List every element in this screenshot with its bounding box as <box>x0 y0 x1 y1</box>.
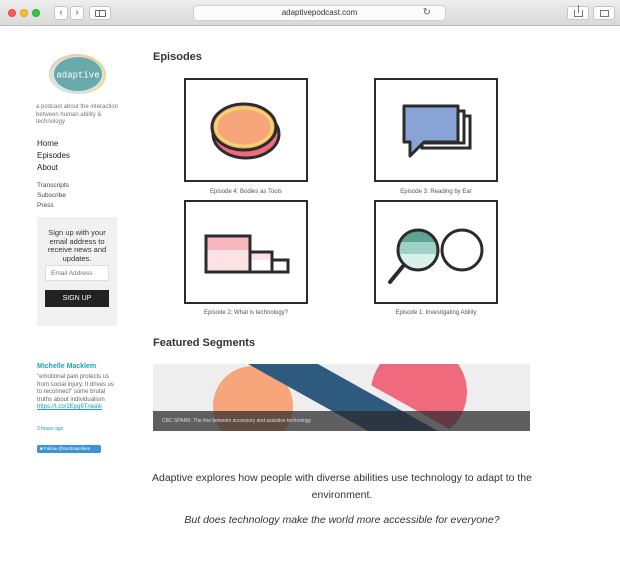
episode-4-title[interactable]: Episode 4: Bodies as Tools <box>166 189 326 195</box>
tabs-button[interactable] <box>593 6 615 20</box>
magnifying-glass-icon <box>388 228 484 284</box>
site-description: Adaptive explores how people with divers… <box>152 472 532 501</box>
signup-text: Sign up with your email address to recei… <box>47 228 107 263</box>
bodies-as-tools-icon <box>210 102 281 160</box>
chevron-left-icon: ‹ <box>59 7 63 18</box>
url-text: adaptivepodcast.com <box>281 8 358 17</box>
reading-by-ear-icon <box>402 104 472 158</box>
episode-2-thumbnail[interactable] <box>184 200 308 304</box>
nav-about[interactable]: About <box>37 163 58 172</box>
episode-1-thumbnail[interactable] <box>374 200 498 304</box>
site-tagline: a podcast about the interaction between … <box>36 104 119 125</box>
twitter-author[interactable]: Michelle Macklem <box>37 363 96 370</box>
address-bar[interactable]: adaptivepodcast.com ↻ <box>193 5 446 21</box>
share-button[interactable] <box>567 5 589 20</box>
what-is-technology-icon <box>204 234 290 274</box>
twitter-follow-button[interactable]: ■ Follow @michmacklem <box>37 445 101 453</box>
nav-subscribe[interactable]: Subscribe <box>37 192 66 199</box>
tweet-link[interactable]: https://t.co/2Epg6Tnea\k <box>37 404 117 412</box>
chevron-right-icon: › <box>75 7 79 18</box>
episode-4-thumbnail[interactable] <box>184 78 308 182</box>
reload-icon[interactable]: ↻ <box>423 7 431 18</box>
logo-text: adaptive <box>56 71 99 81</box>
zoom-window-button[interactable] <box>32 9 40 17</box>
back-button[interactable]: ‹ <box>54 6 68 20</box>
sidebar-icon <box>95 10 106 17</box>
sidebar-toggle-button[interactable] <box>89 6 111 20</box>
forward-button[interactable]: › <box>70 6 84 20</box>
share-icon <box>574 5 583 17</box>
nav-episodes[interactable]: Episodes <box>37 151 70 160</box>
tweet-text: "emotional pain protects us from social … <box>37 374 117 412</box>
minimize-window-button[interactable] <box>20 9 28 17</box>
nav-press[interactable]: Press <box>37 202 54 209</box>
tweet-body: "emotional pain protects us from social … <box>37 374 114 403</box>
episode-2-title[interactable]: Episode 2: What is technology? <box>166 310 326 316</box>
featured-heading: Featured Segments <box>153 337 256 349</box>
browser-toolbar: ‹ › adaptivepodcast.com ↻ <box>0 0 620 26</box>
episode-3-thumbnail[interactable] <box>374 78 498 182</box>
newsletter-signup: Sign up with your email address to recei… <box>37 217 117 326</box>
site-question: But does technology make the world more … <box>184 514 500 526</box>
close-window-button[interactable] <box>8 9 16 17</box>
tabs-icon <box>600 10 609 17</box>
episode-1-title[interactable]: Episode 1: Investigating Ability <box>356 310 516 316</box>
nav-transcripts[interactable]: Transcripts <box>37 182 69 189</box>
featured-caption: CBC SPARK: The line between accessory an… <box>162 418 312 424</box>
adaptive-logo[interactable]: adaptive <box>48 53 108 95</box>
email-field[interactable] <box>45 265 109 281</box>
nav-home[interactable]: Home <box>37 139 58 148</box>
episodes-heading: Episodes <box>153 51 202 63</box>
signup-button[interactable]: SIGN UP <box>45 290 109 307</box>
episode-3-title[interactable]: Episode 3: Reading by Ear <box>356 189 516 195</box>
featured-caption-bar: CBC SPARK: The line between accessory an… <box>153 411 530 431</box>
tweet-time[interactable]: 3 hours ago <box>37 426 63 432</box>
featured-segment-video[interactable]: CBC SPARK: The line between accessory an… <box>153 364 530 431</box>
follow-label: Follow @michmacklem <box>43 446 91 451</box>
